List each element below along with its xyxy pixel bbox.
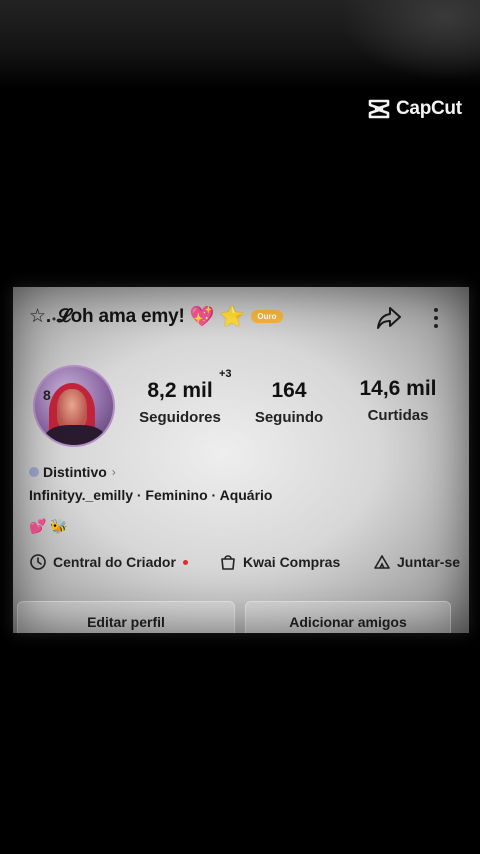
kwai-shop-link[interactable]: Kwai Compras	[219, 553, 340, 571]
stat-likes[interactable]: 14,6 mil Curtidas	[351, 377, 445, 425]
hearts-emoji-icon: 💕	[29, 518, 47, 534]
profile-screenshot: ☆.˖𝓛oh ama emy! 💖 ⭐ Ouro 8 8,2 mil Segui…	[13, 287, 469, 633]
new-followers-badge: +3	[219, 368, 232, 380]
add-friends-button[interactable]: Adicionar amigos	[245, 601, 451, 633]
capcut-watermark: CapCut	[368, 96, 462, 122]
following-label: Seguindo	[254, 409, 324, 426]
stat-followers[interactable]: 8,2 mil Seguidores	[135, 379, 225, 427]
followers-label: Seguidores	[139, 409, 221, 426]
join-label: Juntar-se	[397, 554, 461, 570]
share-icon[interactable]	[375, 304, 403, 332]
bio-info: Infinityy._emilly · Feminino · Aquário	[29, 487, 273, 503]
stat-following[interactable]: 164 Seguindo	[249, 379, 329, 427]
shopping-bag-icon	[221, 555, 235, 570]
star-emoji-icon: ⭐	[219, 306, 245, 328]
avatar-face	[57, 389, 87, 429]
creator-center-label: Central do Criador	[53, 554, 176, 570]
kwai-shop-label: Kwai Compras	[243, 554, 341, 570]
join-link[interactable]: Juntar-se	[373, 553, 460, 571]
followers-count: 8,2 mil	[147, 379, 213, 402]
chevron-right-icon: ›	[111, 465, 116, 479]
likes-label: Curtidas	[367, 407, 429, 424]
clock-icon	[30, 554, 46, 570]
avatar[interactable]: 8	[33, 365, 115, 447]
creator-center-link[interactable]: Central do Criador	[29, 553, 188, 571]
bio-emojis: 💕 🐝	[29, 518, 68, 535]
avatar-shirt	[45, 425, 105, 445]
distintivo-label: Distintivo	[43, 464, 107, 480]
profile-name: ☆.˖𝓛oh ama emy!	[29, 306, 185, 327]
notification-dot	[182, 559, 188, 565]
profile-links-row: Central do Criador Kwai Compras Juntar-s…	[29, 553, 469, 575]
bee-emoji-icon: 🐝	[50, 518, 68, 534]
tent-icon	[374, 555, 390, 569]
more-options-icon[interactable]	[429, 305, 443, 331]
edit-profile-button[interactable]: Editar perfil	[17, 601, 235, 633]
video-top-haze	[0, 0, 480, 90]
likes-count: 14,6 mil	[359, 377, 437, 400]
avatar-mark: 8	[43, 387, 51, 403]
capcut-logo-icon	[368, 99, 390, 119]
level-badge[interactable]: Ouro	[251, 310, 283, 323]
following-count: 164	[271, 379, 307, 402]
distintivo-dot-icon	[29, 467, 39, 477]
capcut-text: CapCut	[396, 98, 462, 119]
profile-name-row: ☆.˖𝓛oh ama emy! 💖 ⭐ Ouro	[29, 304, 283, 329]
heart-emoji-icon: 💖	[189, 306, 215, 328]
distintivo-link[interactable]: Distintivo ›	[29, 464, 116, 480]
